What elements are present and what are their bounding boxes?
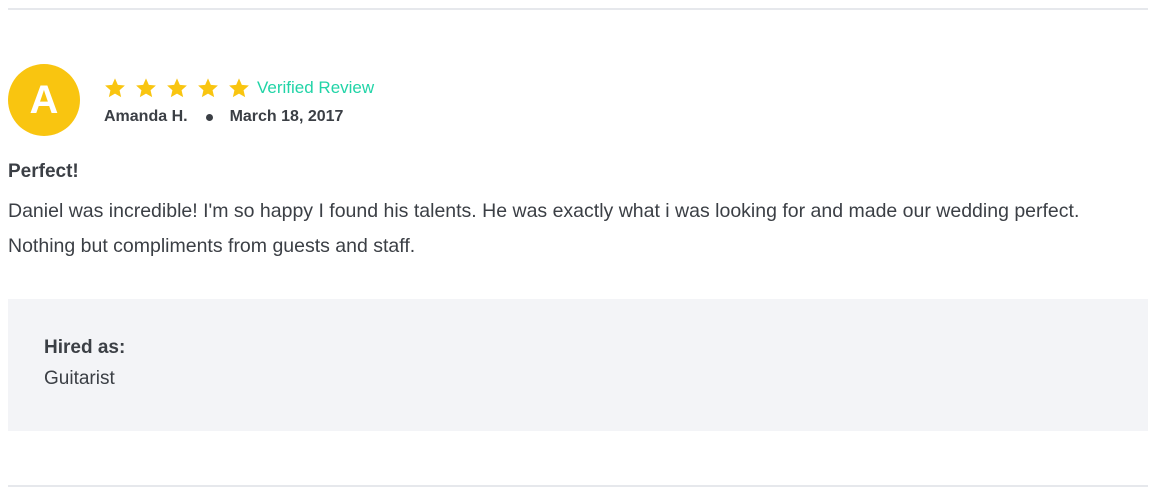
star-icon [104,77,126,99]
star-icon [166,77,188,99]
review-header: A Verified Review Amanda H. March 18, 20… [8,64,1148,136]
rating-row: Verified Review [104,74,374,102]
avatar: A [8,64,80,136]
author-name: Amanda H. [104,108,188,125]
hired-as-value: Guitarist [44,368,115,389]
bullet-dot-icon [205,113,213,121]
review-meta: Verified Review Amanda H. March 18, 2017 [104,74,374,126]
star-icon [197,77,219,99]
top-divider [8,8,1148,10]
star-icon [228,77,250,99]
star-rating [104,77,259,99]
bottom-divider [8,485,1148,487]
author-row: Amanda H. March 18, 2017 [104,108,374,126]
review-body: Daniel was incredible! I'm so happy I fo… [8,200,1080,257]
hired-as-label: Hired as: [44,337,126,358]
verified-review-label: Verified Review [257,78,375,97]
review-card: A Verified Review Amanda H. March 18, 20… [8,64,1148,264]
review-date: March 18, 2017 [229,108,344,125]
review-title: Perfect! [8,161,79,182]
hired-as-panel: Hired as: Guitarist [8,299,1148,431]
star-icon [135,77,157,99]
